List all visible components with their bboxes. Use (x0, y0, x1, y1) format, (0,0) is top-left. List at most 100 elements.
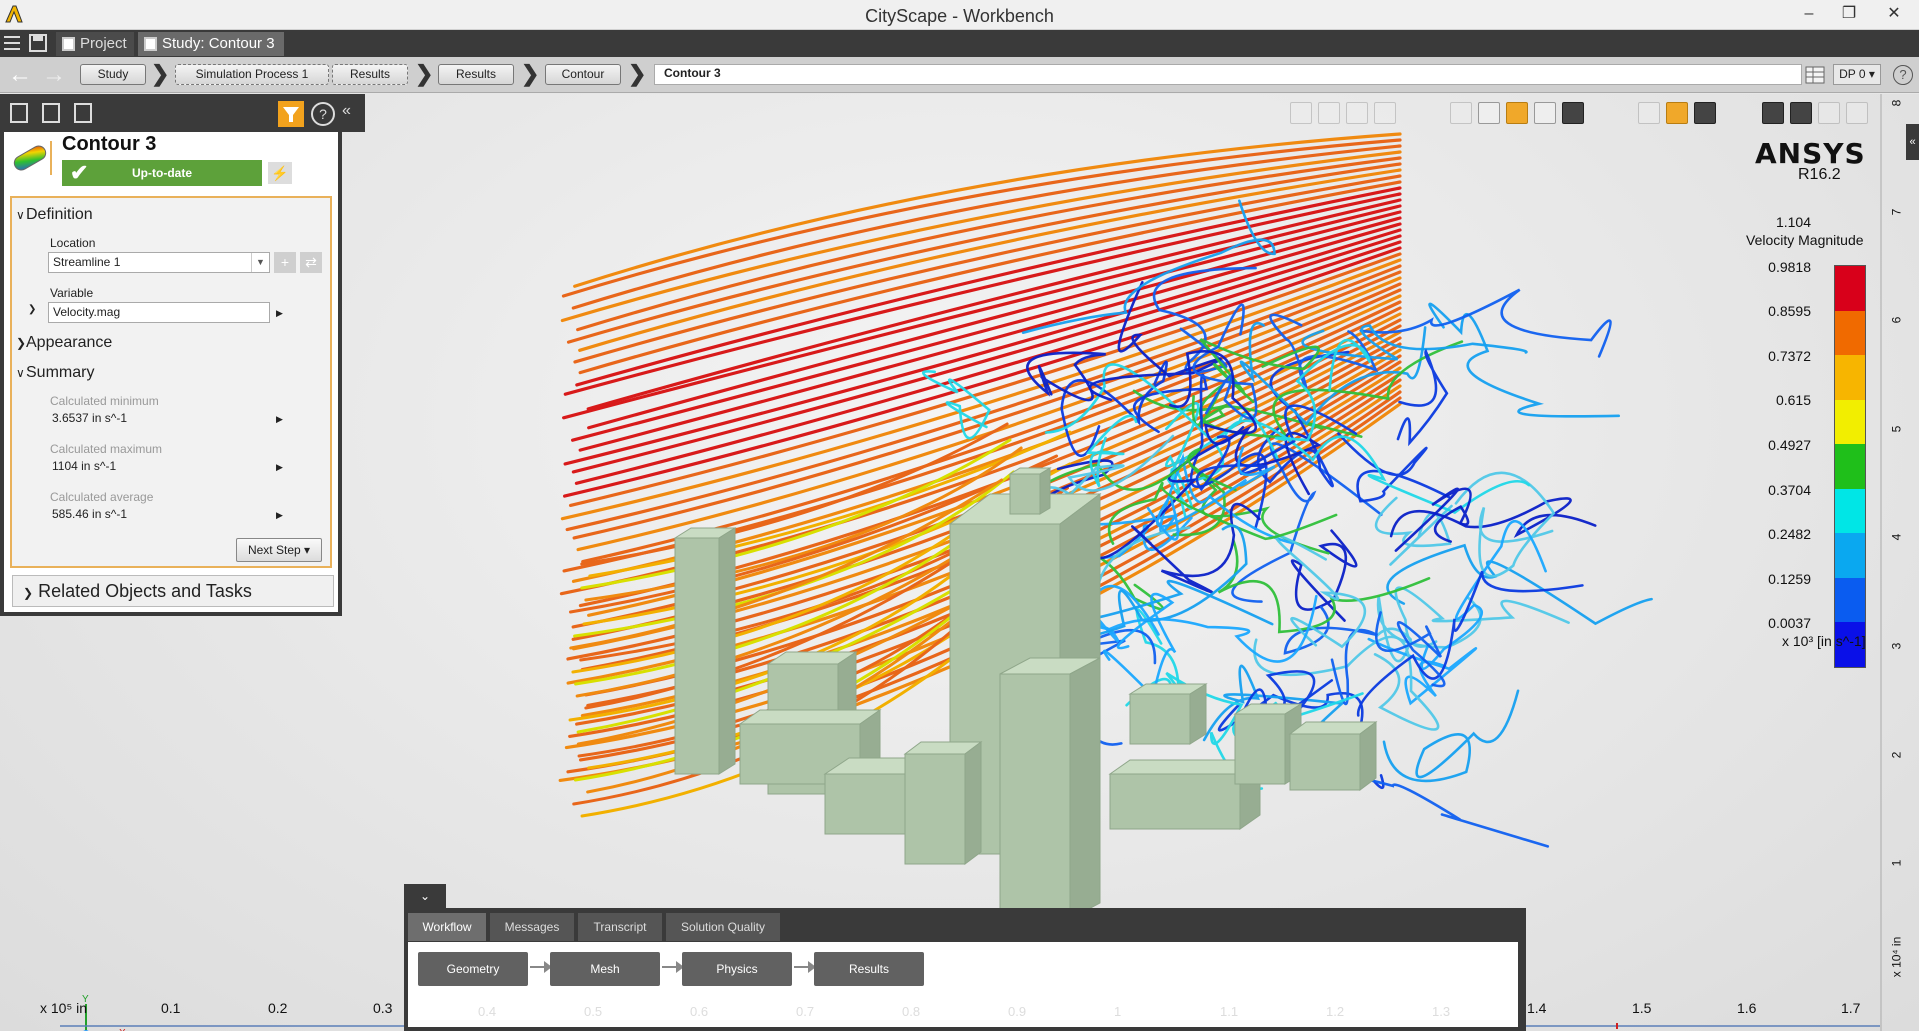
probe-icon[interactable] (1818, 102, 1840, 124)
minimize-button[interactable]: – (1789, 2, 1829, 26)
summary-header[interactable]: ∨Summary (16, 364, 94, 382)
tab-project[interactable]: Project (56, 32, 134, 56)
breadcrumb-separator-icon: ❯ (628, 61, 647, 86)
delete-icon[interactable] (74, 103, 92, 123)
help-icon[interactable]: ? (311, 102, 335, 126)
workflow-step-physics[interactable]: Physics (682, 952, 792, 986)
zoom-grid-icon[interactable] (1666, 102, 1688, 124)
status-badge: ✔ Up-to-date (62, 160, 262, 186)
save-icon[interactable] (29, 34, 47, 52)
right-ruler-label: 5 (1889, 425, 1904, 433)
side-panel-toggle[interactable]: « (1906, 124, 1919, 160)
bottom-ruler-label: 1.2 (1326, 1004, 1345, 1019)
bottom-ruler-unit: x 10⁵ in (40, 1000, 88, 1016)
legend-unit: x 10³ [in s^-1] (1782, 633, 1866, 649)
right-ruler-label: 7 (1889, 208, 1904, 215)
calc-max-label: Calculated maximum (50, 442, 163, 456)
legend-color-band (1835, 399, 1865, 445)
next-step-button[interactable]: Next Step ▾ (236, 538, 322, 562)
copy-icon[interactable] (42, 103, 60, 123)
tab-study[interactable]: Study: Contour 3 (138, 32, 284, 56)
tab-solution-quality[interactable]: Solution Quality (666, 913, 780, 941)
building (904, 753, 966, 865)
collapse-panel-icon[interactable]: « (342, 102, 351, 120)
tab-project-label: Project (80, 35, 127, 52)
calc-min-arrow-icon[interactable]: ▶ (276, 414, 283, 425)
bottom-ruler-label: 1.4 (1527, 1000, 1547, 1016)
chevron-right-icon[interactable]: ❯ (28, 304, 36, 315)
streamline (1382, 689, 1520, 783)
chevron-down-icon[interactable]: ▼ (251, 253, 269, 272)
right-ruler-label: 6 (1889, 316, 1904, 324)
swap-location-icon[interactable]: ⇄ (300, 252, 322, 273)
building (1039, 467, 1051, 515)
new-object-icon[interactable] (10, 103, 28, 123)
legend-color-bar (1834, 265, 1866, 668)
bottom-ruler-label: 0.4 (478, 1004, 497, 1019)
copy-image-icon[interactable] (1846, 102, 1868, 124)
workflow-arrow-icon (662, 961, 684, 973)
workflow-step-mesh[interactable]: Mesh (550, 952, 660, 986)
view-front-icon[interactable] (1290, 102, 1312, 124)
calc-max-value: 1104 in s^-1 (52, 459, 117, 473)
display-surface-icon[interactable] (1506, 102, 1528, 124)
workflow-step-geometry[interactable]: Geometry (418, 952, 528, 986)
chevron-down-icon: ∨ (16, 366, 25, 380)
workflow-body: Geometry Mesh Physics Results 0.4 0.5 0.6 0… (408, 942, 1518, 1027)
display-edges-icon[interactable] (1478, 102, 1500, 124)
breadcrumb-contour[interactable]: Contour (545, 64, 621, 85)
tab-workflow[interactable]: Workflow (408, 913, 486, 941)
help-icon[interactable]: ? (1893, 65, 1913, 85)
location-select[interactable]: Streamline 1 ▼ (48, 252, 270, 273)
calc-avg-arrow-icon[interactable]: ▶ (276, 510, 283, 521)
bottom-ruler-label: 0.2 (268, 1000, 288, 1016)
variable-menu-arrow-icon[interactable]: ▶ (276, 308, 283, 319)
title-bar: CityScape - Workbench – ❐ ✕ (0, 0, 1919, 30)
display-wireframe-icon[interactable] (1450, 102, 1472, 124)
breadcrumb-simulation-process[interactable]: Simulation Process 1 (175, 64, 329, 85)
view-top-icon[interactable] (1346, 102, 1368, 124)
workflow-panel: Workflow Messages Transcript Solution Qu… (404, 908, 1526, 1031)
building (674, 537, 720, 775)
building (718, 527, 736, 775)
tab-messages[interactable]: Messages (490, 913, 574, 941)
menu-icon[interactable] (3, 34, 21, 52)
related-objects-label: Related Objects and Tasks (38, 581, 252, 601)
workflow-collapse-icon[interactable]: ⌄ (404, 884, 446, 908)
breadcrumb-study[interactable]: Study (80, 64, 146, 85)
zoom-region-icon[interactable] (1638, 102, 1660, 124)
view-back-icon[interactable] (1318, 102, 1340, 124)
light-icon[interactable] (1762, 102, 1784, 124)
bottom-ruler-label: 1.1 (1220, 1004, 1239, 1019)
back-arrow-icon[interactable]: ← (8, 63, 32, 87)
panel-toolbar: ? « (0, 94, 365, 132)
breadcrumb-results-2[interactable]: Results (438, 64, 514, 85)
display-shaded-icon[interactable] (1534, 102, 1556, 124)
variable-input[interactable]: Velocity.mag (48, 302, 270, 323)
display-solid-icon[interactable] (1562, 102, 1584, 124)
lighting-mode-icon[interactable] (1790, 102, 1812, 124)
forward-arrow-icon[interactable]: → (42, 63, 66, 87)
chevron-right-icon: ❯ (23, 586, 34, 600)
workflow-step-results[interactable]: Results (814, 952, 924, 986)
tab-transcript[interactable]: Transcript (578, 913, 662, 941)
legend-color-band (1835, 266, 1865, 312)
related-objects-header[interactable]: ❯ Related Objects and Tasks (12, 575, 334, 607)
calc-max-arrow-icon[interactable]: ▶ (276, 462, 283, 473)
breadcrumb-field[interactable] (654, 64, 1802, 85)
add-location-icon[interactable]: + (274, 252, 296, 273)
fit-view-icon[interactable] (1694, 102, 1716, 124)
view-iso-icon[interactable] (1374, 102, 1396, 124)
table-icon[interactable] (1805, 66, 1825, 84)
definition-header[interactable]: ∨Definition (16, 206, 93, 224)
properties-panel: Contour 3 ✔ Up-to-date ⚡ ∨Definition Loc… (0, 132, 342, 616)
legend-tick-label: 0.2482 (1768, 526, 1811, 543)
close-button[interactable]: ✕ (1869, 2, 1919, 26)
filter-icon[interactable] (278, 101, 304, 127)
appearance-header[interactable]: ❯Appearance (16, 334, 112, 352)
legend-color-band (1835, 533, 1865, 579)
breadcrumb-results-1[interactable]: Results (332, 64, 408, 85)
design-point-select[interactable]: DP 0 ▾ (1833, 64, 1881, 85)
maximize-button[interactable]: ❐ (1829, 2, 1869, 26)
update-button[interactable]: ⚡ (268, 162, 292, 184)
